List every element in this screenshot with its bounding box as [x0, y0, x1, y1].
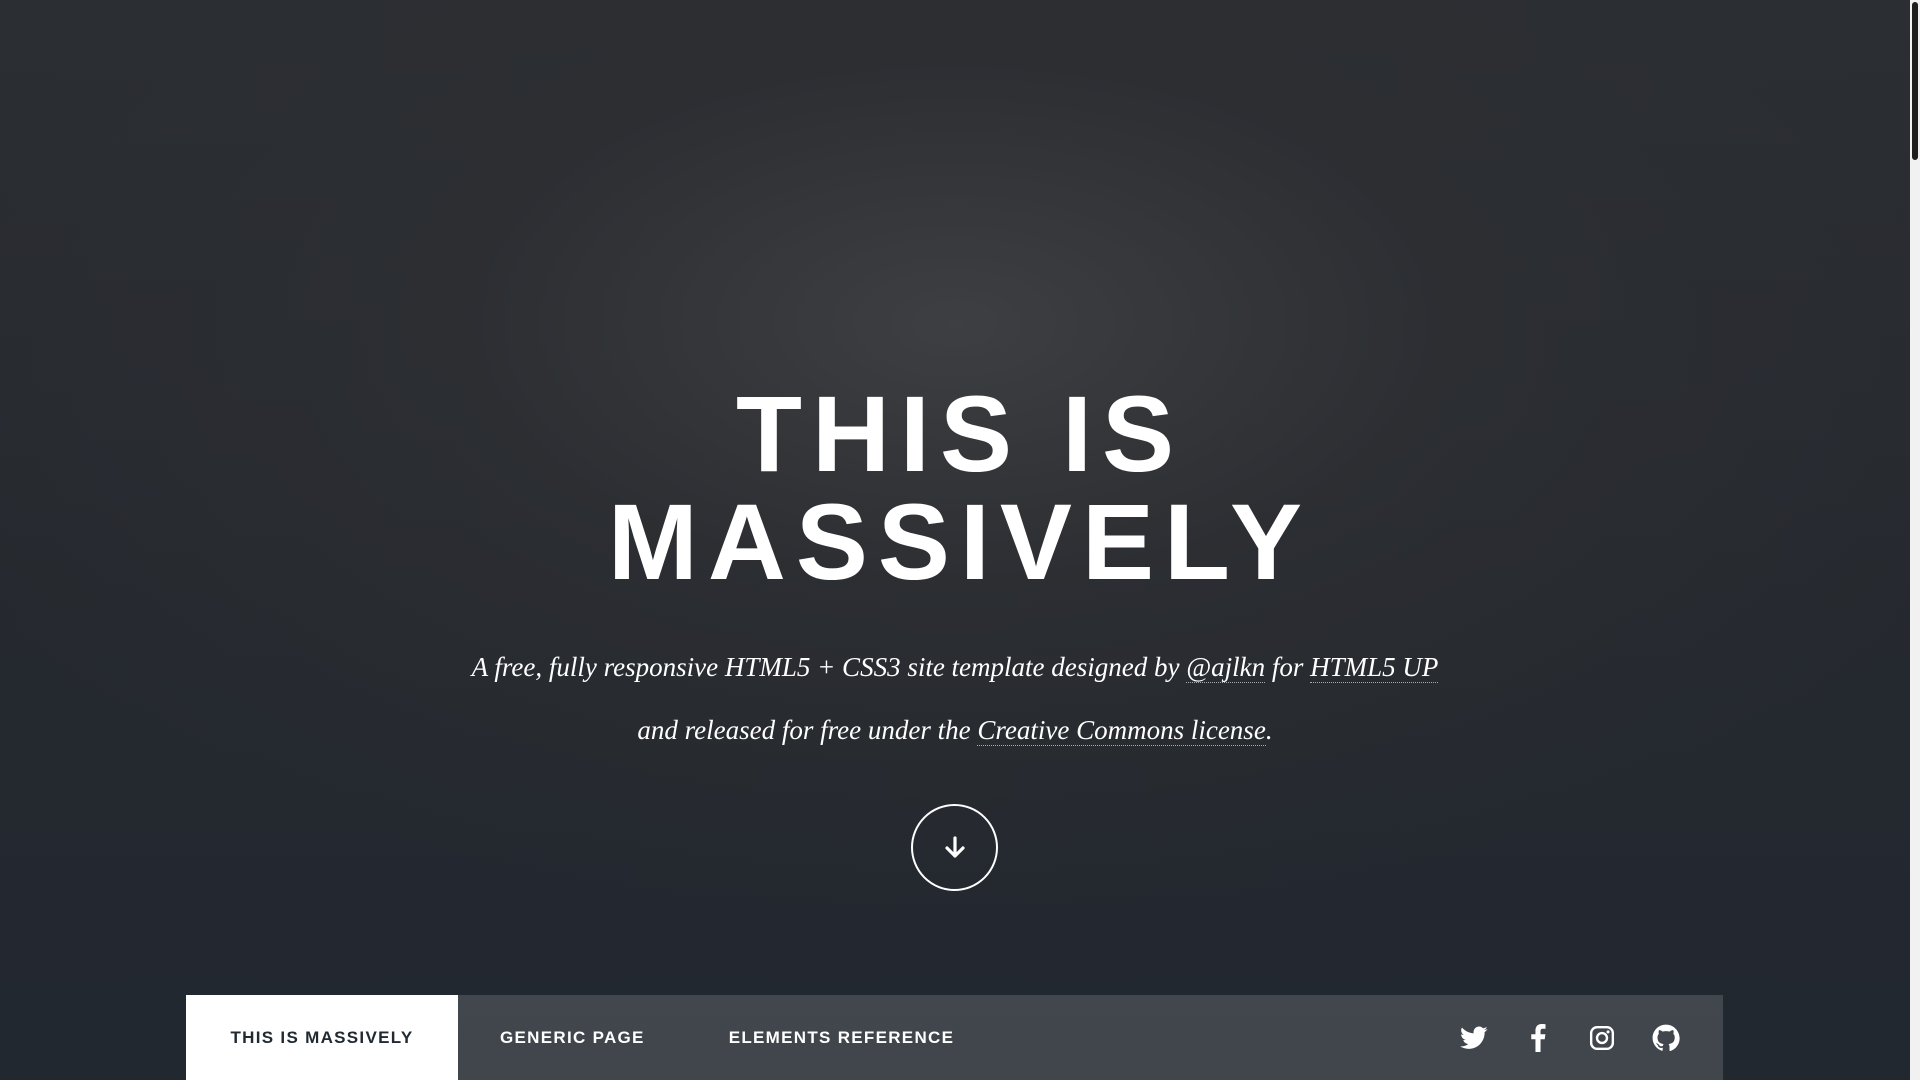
ajlkn-link[interactable]: @ajlkn	[1186, 652, 1266, 683]
scrollbar[interactable]	[1910, 0, 1920, 1080]
scrollbar-thumb[interactable]	[1912, 2, 1918, 160]
arrow-down-icon	[944, 835, 965, 858]
main-nav: THIS IS MASSIVELY GENERIC PAGE ELEMENTS …	[186, 995, 1723, 1080]
html5up-link[interactable]: HTML5 UP	[1310, 652, 1439, 683]
nav-item-elements-reference[interactable]: ELEMENTS REFERENCE	[687, 995, 997, 1080]
scroll-down-button[interactable]	[911, 804, 998, 891]
intro-description: A free, fully responsive HTML5 + CSS3 si…	[355, 636, 1555, 762]
facebook-link[interactable]	[1523, 1023, 1553, 1053]
intro-desc-text-4: .	[1265, 715, 1273, 745]
page-viewport: THIS IS MASSIVELY A free, fully responsi…	[0, 0, 1910, 1080]
intro-desc-text-3: and released for free under the	[637, 715, 978, 745]
nav-links: THIS IS MASSIVELY GENERIC PAGE ELEMENTS …	[186, 995, 996, 1080]
instagram-icon	[1589, 1025, 1615, 1050]
intro-title-line2: MASSIVELY	[607, 481, 1313, 602]
github-icon	[1652, 1024, 1680, 1051]
intro-section: THIS IS MASSIVELY A free, fully responsi…	[0, 0, 1910, 995]
intro-title: THIS IS MASSIVELY	[455, 380, 1455, 596]
facebook-icon	[1531, 1023, 1546, 1052]
instagram-link[interactable]	[1587, 1023, 1617, 1053]
creative-commons-link[interactable]: Creative Commons license	[977, 715, 1266, 746]
social-icons	[1459, 995, 1681, 1080]
github-link[interactable]	[1651, 1023, 1681, 1053]
nav-item-this-is-massively[interactable]: THIS IS MASSIVELY	[186, 995, 458, 1080]
intro-title-line1: THIS IS	[735, 373, 1185, 494]
nav-item-generic-page[interactable]: GENERIC PAGE	[458, 995, 687, 1080]
twitter-icon	[1460, 1025, 1488, 1049]
intro-desc-text-1: A free, fully responsive HTML5 + CSS3 si…	[471, 652, 1187, 682]
intro-desc-text-2: for	[1265, 652, 1311, 682]
twitter-link[interactable]	[1459, 1023, 1489, 1053]
